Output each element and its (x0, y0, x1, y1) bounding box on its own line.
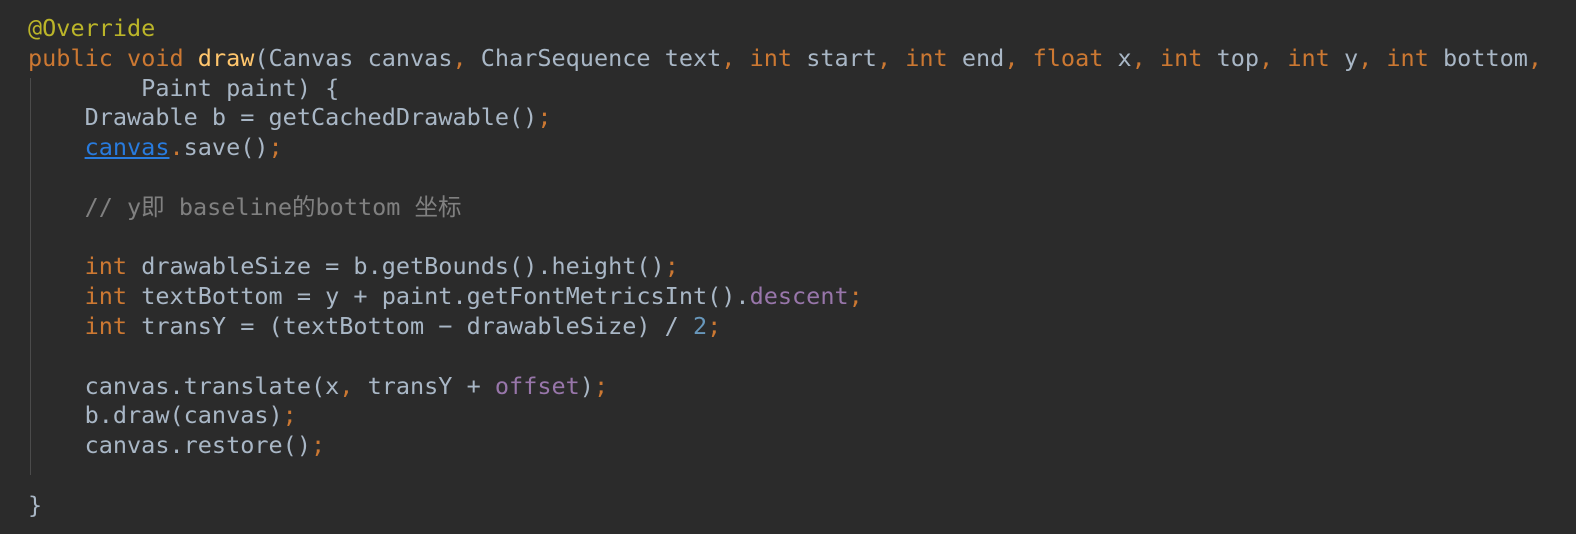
code-token-plain: top (1202, 43, 1260, 72)
code-editor[interactable]: @Override public void draw(Canvas canvas,… (0, 0, 1576, 534)
code-token-keyword: int (84, 252, 128, 281)
code-token-keyword: int (84, 282, 128, 311)
code-line: Paint paint) { (0, 74, 1576, 104)
code-token-plain: end (947, 43, 1005, 72)
code-token-punct: , (1259, 43, 1274, 72)
code-token-punct: ; (310, 431, 326, 460)
code-token-keyword: public (28, 43, 113, 72)
code-token-punct: , (1527, 43, 1543, 72)
code-token-plain: b.draw(canvas) (28, 401, 283, 430)
code-token-punct: . (169, 133, 184, 162)
code-token-link: canvas (84, 133, 170, 162)
code-token-plain: CharSequence text (466, 43, 722, 72)
code-token-field: offset (494, 371, 580, 400)
code-token-number: 2 (692, 311, 708, 340)
code-line: int drawableSize = b.getBounds().height(… (0, 252, 1576, 282)
code-token-punct: , (876, 43, 892, 72)
code-token-punct: ; (537, 103, 552, 132)
code-token-punct: , (721, 43, 736, 72)
code-token-punct: , (1358, 43, 1373, 72)
code-token-keyword: float (1032, 43, 1104, 72)
code-line: b.draw(canvas); (0, 401, 1576, 431)
code-token-keyword: int (84, 311, 128, 340)
code-line: @Override (0, 14, 1576, 44)
code-line: canvas.save(); (0, 133, 1576, 163)
code-token-plain: } (28, 490, 43, 519)
code-token-plain: bottom (1428, 43, 1528, 72)
code-line: // y即 baseline的bottom 坐标 (0, 193, 1576, 223)
code-token-punct: , (1131, 43, 1146, 72)
code-token-plain: Drawable b = getCachedDrawable() (28, 103, 538, 132)
code-line: int transY = (textBottom − drawableSize)… (0, 312, 1576, 342)
code-token-punct: ; (282, 401, 297, 430)
code-token-plain: start (792, 43, 877, 72)
code-line: int textBottom = y + paint.getFontMetric… (0, 282, 1576, 312)
code-token-plain: drawableSize = b.getBounds().height() (127, 252, 665, 281)
code-token-punct: , (452, 43, 467, 72)
code-line: canvas.translate(x, transY + offset); (0, 372, 1576, 402)
code-token-plain: transY + (353, 371, 495, 400)
code-token-plain: transY = (textBottom − drawableSize) / (127, 311, 693, 340)
code-line: Drawable b = getCachedDrawable(); (0, 103, 1576, 133)
code-token-keyword: void (127, 43, 184, 72)
code-token-keyword: int (905, 43, 948, 72)
code-token-keyword: int (1386, 43, 1429, 72)
code-token-annotation: @Override (28, 14, 156, 42)
code-token-comment: // y即 baseline的bottom 坐标 (28, 192, 462, 221)
code-token-plain: canvas.translate(x (28, 371, 340, 400)
code-token-plain: x (1103, 43, 1132, 72)
code-token-method: draw (197, 43, 255, 72)
code-line: public void draw(Canvas canvas, CharSequ… (0, 44, 1576, 74)
code-token-field: descent (749, 282, 849, 311)
code-token-punct: ; (707, 311, 722, 340)
code-token-punct: ; (268, 133, 283, 162)
code-token-plain: y (1329, 43, 1359, 72)
code-token-plain: textBottom = y + paint.getFontMetricsInt… (127, 282, 750, 311)
code-line: canvas.restore(); (0, 431, 1576, 461)
code-token-punct: ; (664, 252, 679, 281)
code-token-plain: canvas.restore() (28, 431, 311, 460)
code-token-punct: , (339, 371, 354, 400)
code-token-punct: , (1004, 43, 1019, 72)
code-token-punct: ; (593, 371, 609, 400)
code-block[interactable]: @Override public void draw(Canvas canvas,… (0, 0, 1576, 521)
code-token-plain: Paint paint) { (28, 73, 340, 102)
code-token-keyword: int (1159, 43, 1203, 72)
code-token-keyword: int (1287, 43, 1330, 72)
code-line: } (0, 491, 1576, 521)
code-token-plain: save() (183, 133, 269, 162)
code-token-punct: ; (848, 282, 863, 311)
code-token-plain: ) (579, 371, 594, 400)
code-token-plain: (Canvas canvas (254, 43, 453, 72)
code-token-keyword: int (749, 43, 793, 72)
